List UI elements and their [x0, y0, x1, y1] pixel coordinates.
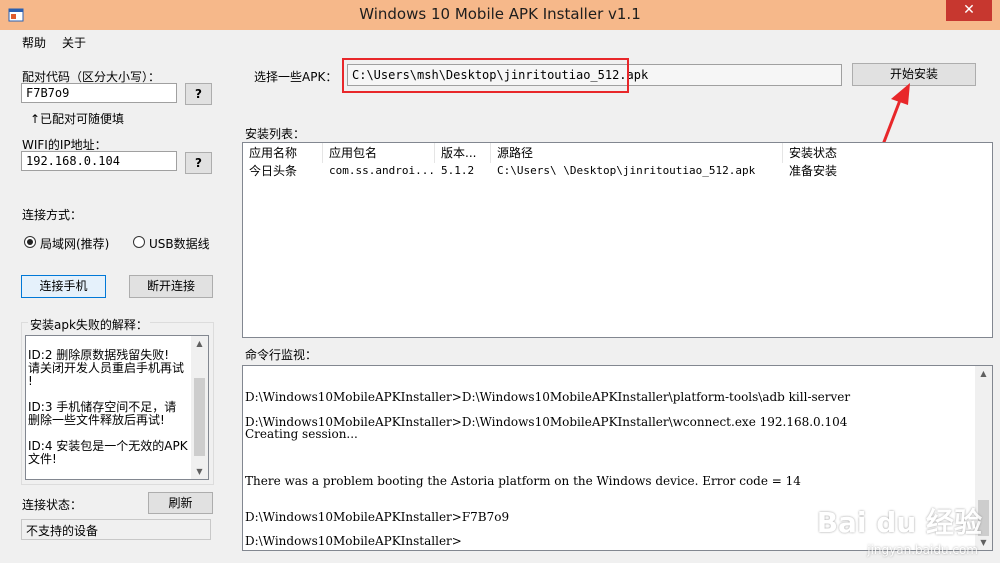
scroll-up-icon[interactable]: ▲: [191, 339, 208, 348]
select-apk-label: 选择一些APK：: [254, 70, 338, 84]
explain-textbox[interactable]: ID:2 删除原数据残留失败! 请关闭开发人员重启手机再试 ! ID:3 手机储…: [25, 335, 209, 480]
pair-code-help-button[interactable]: ?: [185, 83, 212, 105]
disconnect-button[interactable]: 断开连接: [129, 275, 213, 298]
radio-usb[interactable]: [133, 236, 145, 248]
table-row[interactable]: 5.1.2: [435, 163, 491, 179]
menu-help[interactable]: 帮助: [22, 34, 46, 51]
pair-code-input[interactable]: F7B7o9: [21, 83, 177, 103]
install-list-label: 安装列表：: [245, 127, 306, 141]
scroll-down-icon[interactable]: ▼: [191, 467, 208, 476]
table-row[interactable]: com.ss.androi...: [323, 163, 435, 179]
highlight-box: [342, 58, 629, 93]
pair-hint-label: ↑已配对可随便填: [30, 112, 125, 126]
table-row[interactable]: C:\Users\ \Desktop\jinritoutiao_512.apk: [491, 163, 783, 179]
scroll-up-icon[interactable]: ▲: [975, 369, 992, 378]
console-label: 命令行监视：: [245, 348, 318, 362]
radio-usb-label: USB数据线: [149, 237, 210, 251]
close-icon[interactable]: ✕: [946, 0, 992, 21]
watermark-logo: Bai du 经验: [816, 506, 982, 539]
col-version[interactable]: 版本...: [435, 143, 491, 163]
col-install-status[interactable]: 安装状态: [783, 143, 903, 163]
explain-line: 文件!: [28, 452, 57, 466]
col-source-path[interactable]: 源路径: [491, 143, 783, 163]
explain-title: 安装apk失败的解释：: [28, 316, 150, 333]
console-line: D:\Windows10MobileAPKInstaller>: [245, 534, 462, 548]
explain-line: !: [28, 374, 33, 388]
refresh-button[interactable]: 刷新: [148, 492, 213, 514]
connection-status-label: 连接状态：: [22, 498, 83, 512]
table-row[interactable]: 今日头条: [243, 163, 323, 179]
wifi-ip-input[interactable]: 192.168.0.104: [21, 151, 177, 171]
install-list[interactable]: 应用名称 应用包名 版本... 源路径 安装状态 今日头条 com.ss.and…: [242, 142, 993, 338]
radio-lan-label: 局域网(推荐): [40, 237, 110, 251]
window-title: Windows 10 Mobile APK Installer v1.1: [359, 5, 641, 23]
col-app-name[interactable]: 应用名称: [243, 143, 323, 163]
console-line: There was a problem booting the Astoria …: [245, 474, 801, 488]
connection-method-label: 连接方式：: [22, 208, 83, 222]
connect-phone-button[interactable]: 连接手机: [21, 275, 106, 298]
col-package[interactable]: 应用包名: [323, 143, 435, 163]
connection-status-value: 不支持的设备: [21, 519, 211, 540]
menu-bar: 帮助 关于: [0, 30, 1000, 52]
app-window: Windows 10 Mobile APK Installer v1.1 ✕ 帮…: [0, 0, 1000, 563]
console-line: D:\Windows10MobileAPKInstaller>F7B7o9: [245, 510, 510, 524]
explain-text: ID:2 删除原数据残留失败! 请关闭开发人员重启手机再试 ! ID:3 手机储…: [28, 349, 193, 466]
menu-about[interactable]: 关于: [62, 34, 86, 51]
explain-line: 请关闭开发人员重启手机再试: [28, 361, 185, 375]
console-line: D:\Windows10MobileAPKInstaller>D:\Window…: [245, 390, 851, 404]
title-bar[interactable]: Windows 10 Mobile APK Installer v1.1 ✕: [0, 0, 1000, 30]
console-line: Creating session...: [245, 427, 358, 441]
wifi-ip-help-button[interactable]: ?: [185, 152, 212, 174]
explain-line: 删除一些文件释放后再试!: [28, 413, 165, 427]
explain-scrollbar[interactable]: ▲ ▼: [191, 336, 208, 479]
watermark-site: jingyan.baidu.com: [867, 543, 978, 557]
radio-lan[interactable]: [24, 236, 36, 248]
table-row[interactable]: 准备安装: [783, 163, 903, 179]
scroll-thumb[interactable]: [194, 378, 205, 456]
